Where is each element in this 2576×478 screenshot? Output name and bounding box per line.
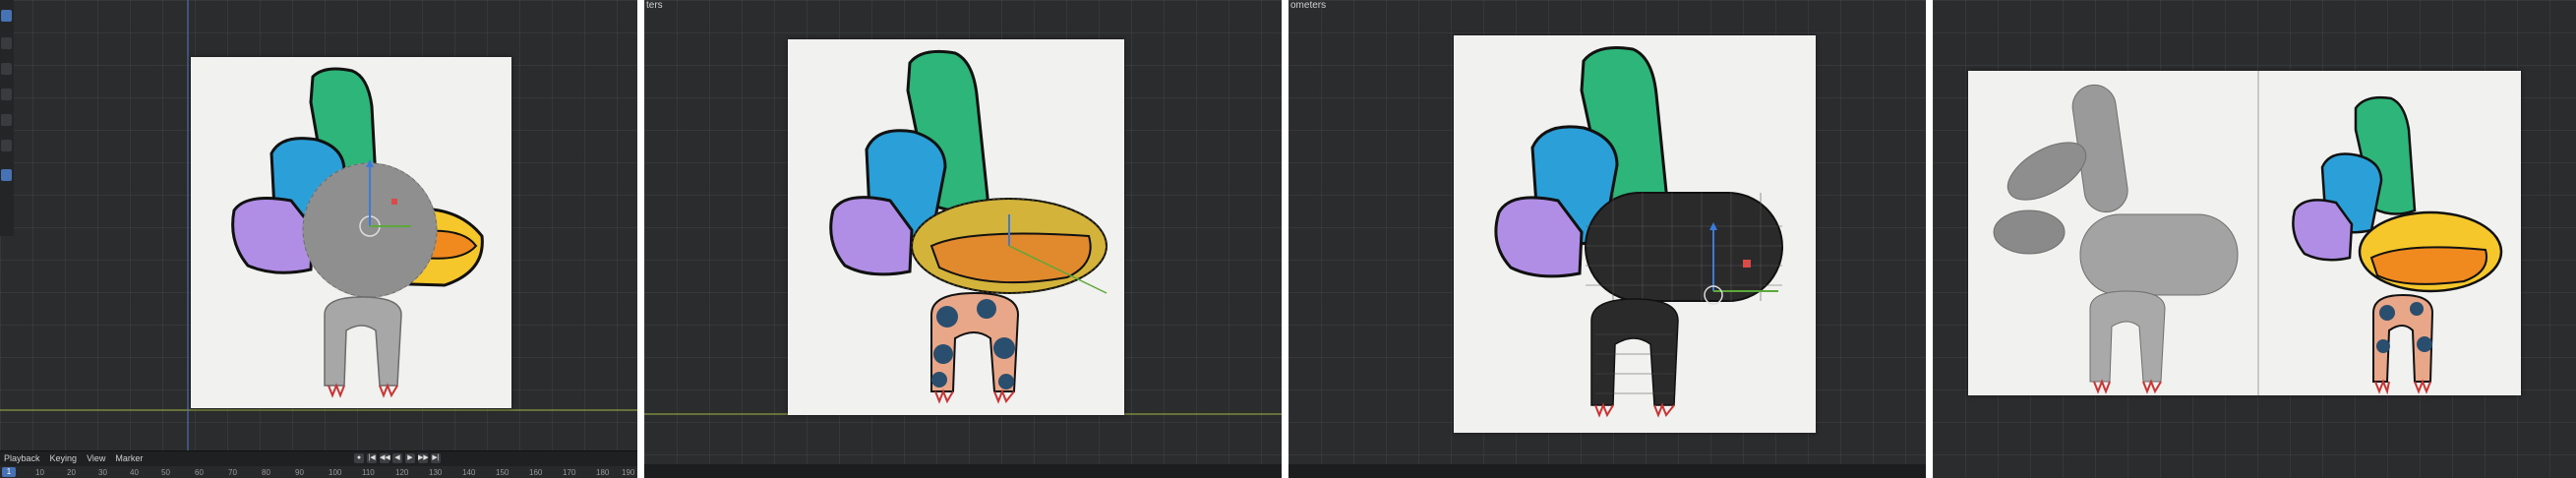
ruler-tick: 190	[622, 468, 635, 477]
ruler-tick: 90	[295, 468, 304, 477]
character-reference-drawing	[231, 67, 484, 398]
viewport-panel-1[interactable]: Playback Keying View Marker ● |◀ ◀◀ ◀ ▶ …	[0, 0, 637, 478]
ruler-tick: 80	[262, 468, 270, 477]
ruler-tick: 150	[496, 468, 509, 477]
viewport-panel-3[interactable]: ometers	[1288, 0, 1926, 478]
viewport-panel-2[interactable]: ters	[644, 0, 1282, 478]
jump-end-icon[interactable]: ▶|	[431, 453, 441, 463]
prev-key-icon[interactable]: ◀◀	[380, 453, 390, 463]
ruler-tick: 100	[329, 468, 342, 477]
timeline-editor: Playback Keying View Marker ● |◀ ◀◀ ◀ ▶ …	[0, 450, 637, 478]
ruler-tick: 180	[596, 468, 610, 477]
ruler-tick: 40	[130, 468, 139, 477]
viewport-footer-bar	[1288, 464, 1926, 478]
character-sculpt-comparison	[1993, 84, 2503, 395]
current-frame-indicator[interactable]: 1	[2, 467, 16, 477]
ruler-tick: 170	[563, 468, 576, 477]
character-reference-drawing	[1494, 46, 1783, 418]
character-reference-drawing	[829, 49, 1108, 404]
frame-ruler[interactable]: 1 10 20 30 40 50 60 70 80 90 100 110 120…	[0, 466, 637, 478]
playback-menu[interactable]: Playback	[4, 453, 40, 465]
ruler-tick: 60	[195, 468, 204, 477]
ruler-tick: 70	[228, 468, 237, 477]
ruler-tick: 20	[67, 468, 76, 477]
next-key-icon[interactable]: ▶▶	[418, 453, 429, 463]
view-menu[interactable]: View	[87, 453, 105, 465]
auto-key-icon[interactable]: ●	[354, 453, 364, 463]
ruler-tick: 160	[529, 468, 543, 477]
ruler-tick: 30	[98, 468, 107, 477]
ruler-tick: 10	[35, 468, 44, 477]
ruler-tick: 50	[161, 468, 170, 477]
timeline-menu: Playback Keying View Marker	[4, 453, 143, 465]
play-icon[interactable]: ▶	[405, 453, 415, 463]
keying-menu[interactable]: Keying	[50, 453, 78, 465]
ruler-tick: 140	[462, 468, 476, 477]
ruler-tick: 130	[429, 468, 443, 477]
jump-start-icon[interactable]: |◀	[367, 453, 377, 463]
play-reverse-icon[interactable]: ◀	[392, 453, 402, 463]
viewport-footer-bar	[644, 464, 1282, 478]
viewport-panel-4[interactable]	[1933, 0, 2576, 478]
ruler-tick: 120	[395, 468, 409, 477]
playback-controls: ● |◀ ◀◀ ◀ ▶ ▶▶ ▶|	[354, 453, 441, 463]
ruler-tick: 110	[362, 468, 375, 477]
marker-menu[interactable]: Marker	[115, 453, 143, 465]
